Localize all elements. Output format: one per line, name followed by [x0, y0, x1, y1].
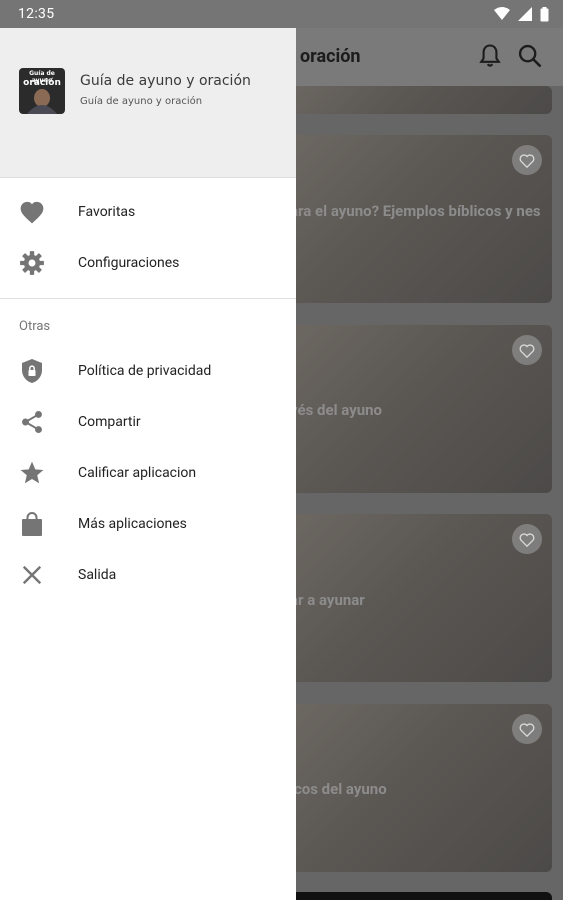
- menu-label: Más aplicaciones: [78, 515, 187, 532]
- article-card-title: icos del ayuno: [290, 780, 387, 798]
- heart-icon: [18, 198, 46, 226]
- menu-label: Compartir: [78, 413, 141, 430]
- menu-label: Salida: [78, 566, 117, 583]
- menu-label: Favoritas: [78, 203, 136, 220]
- app-bar-title: oración: [300, 46, 361, 67]
- section-label-otras: Otras: [19, 319, 51, 334]
- shield-lock-icon: [18, 357, 46, 385]
- menu-item-mas-aplicaciones[interactable]: Más aplicaciones: [0, 498, 296, 549]
- menu-label: Política de privacidad: [78, 362, 212, 379]
- menu-item-calificar-aplicacion[interactable]: Calificar aplicacion: [0, 447, 296, 498]
- article-card[interactable]: ara el ayuno? Ejemplos bíblicos y nes: [268, 135, 552, 303]
- status-time: 12:35: [18, 6, 55, 22]
- notification-bell-icon[interactable]: [476, 42, 504, 70]
- search-icon[interactable]: [516, 42, 544, 70]
- drawer-app-title: Guía de ayuno y oración: [80, 73, 251, 89]
- share-icon: [18, 408, 46, 436]
- article-card-title: vés del ayuno: [290, 401, 383, 419]
- signal-icon: [518, 7, 532, 21]
- menu-label: Configuraciones: [78, 254, 180, 271]
- favorite-heart-icon[interactable]: [512, 335, 542, 365]
- menu-item-configuraciones[interactable]: Configuraciones: [0, 237, 296, 288]
- drawer-app-subtitle: Guía de ayuno y oración: [80, 96, 203, 107]
- menu-item-compartir[interactable]: Compartir: [0, 396, 296, 447]
- status-bar: 12:35: [0, 0, 563, 28]
- status-icons: [494, 6, 549, 22]
- drawer-header: Guía de ayuno oración Guía de ayuno y or…: [0, 28, 296, 178]
- shopping-bag-icon: [18, 510, 46, 538]
- close-icon: [18, 561, 46, 589]
- article-card-title: ar a ayunar: [290, 591, 365, 609]
- gear-icon: [18, 249, 46, 277]
- logo-text-bottom: oración: [23, 78, 61, 88]
- article-card[interactable]: vés del ayuno: [268, 325, 552, 493]
- battery-icon: [540, 6, 549, 21]
- menu-label: Calificar aplicacion: [78, 464, 197, 481]
- article-card[interactable]: icos del ayuno: [268, 704, 552, 872]
- article-card-title: ara el ayuno? Ejemplos bíblicos y nes: [290, 202, 541, 220]
- navigation-drawer: Guía de ayuno oración Guía de ayuno y or…: [0, 28, 296, 900]
- menu-item-favoritas[interactable]: Favoritas: [0, 186, 296, 237]
- article-card[interactable]: ar a ayunar: [268, 514, 552, 682]
- star-icon: [18, 459, 46, 487]
- menu-item-salida[interactable]: Salida: [0, 549, 296, 600]
- article-card[interactable]: [268, 892, 552, 900]
- favorite-heart-icon[interactable]: [512, 524, 542, 554]
- article-card[interactable]: [268, 86, 552, 114]
- praying-person-image: [27, 89, 57, 114]
- favorite-heart-icon[interactable]: [512, 145, 542, 175]
- favorite-heart-icon[interactable]: [512, 714, 542, 744]
- app-logo: Guía de ayuno oración: [19, 68, 65, 114]
- menu-item-politica-de-privacidad[interactable]: Política de privacidad: [0, 345, 296, 396]
- wifi-icon: [494, 7, 510, 20]
